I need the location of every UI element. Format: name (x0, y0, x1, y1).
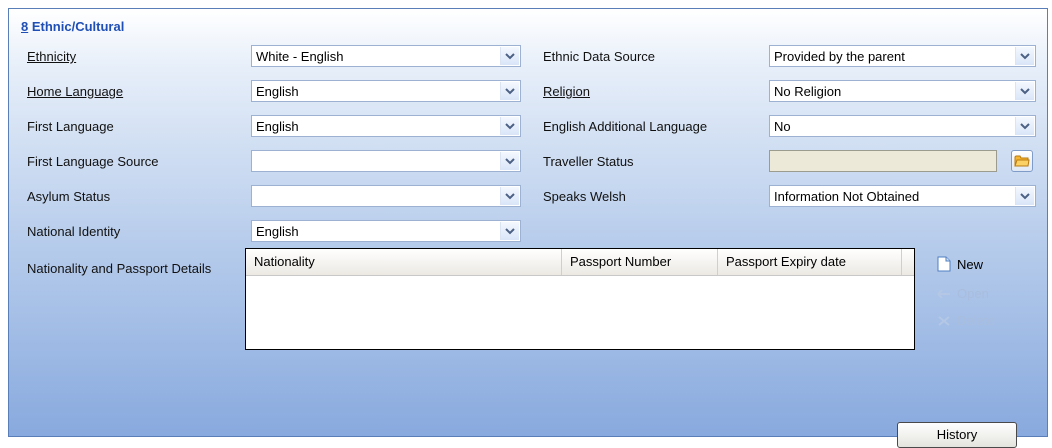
national-identity-label: National Identity (27, 224, 121, 239)
nationality-passport-label: Nationality and Passport Details (27, 261, 212, 276)
open-button[interactable]: Open (937, 286, 989, 301)
section-title-text: Ethnic/Cultural (31, 19, 125, 34)
english-additional-language-value: No (774, 119, 791, 134)
home-language-label[interactable]: Home Language (27, 84, 123, 99)
national-identity-dropdown-button[interactable] (500, 222, 519, 240)
ethnicity-value: White - English (256, 49, 344, 64)
asylum-status-dropdown-button[interactable] (500, 187, 519, 205)
chevron-down-icon (505, 157, 515, 164)
english-additional-language-select[interactable]: No (769, 115, 1036, 137)
ethnic-data-source-dropdown-button[interactable] (1015, 47, 1034, 65)
english-additional-language-dropdown-button[interactable] (1015, 117, 1034, 135)
asylum-status-label: Asylum Status (27, 189, 111, 204)
delete-button-label: Delete (957, 313, 995, 328)
religion-dropdown-button[interactable] (1015, 82, 1034, 100)
folder-icon (1014, 155, 1030, 167)
traveller-status-field (769, 150, 997, 172)
national-identity-select[interactable]: English (251, 220, 521, 242)
passport-grid-header: Nationality Passport Number Passport Exp… (246, 249, 914, 276)
section-title: 8 Ethnic/Cultural (21, 19, 124, 34)
ethnicity-label[interactable]: Ethnicity (27, 49, 76, 64)
ethnic-data-source-label: Ethnic Data Source (543, 49, 656, 64)
chevron-down-icon (1020, 192, 1030, 199)
chevron-down-icon (505, 227, 515, 234)
first-language-source-select[interactable] (251, 150, 521, 172)
first-language-select[interactable]: English (251, 115, 521, 137)
history-button[interactable]: History (897, 422, 1017, 448)
religion-value: No Religion (774, 84, 842, 99)
home-language-dropdown-button[interactable] (500, 82, 519, 100)
delete-icon (938, 315, 950, 326)
speaks-welsh-value: Information Not Obtained (774, 189, 920, 204)
chevron-down-icon (505, 192, 515, 199)
open-icon (937, 288, 950, 299)
chevron-down-icon (1020, 87, 1030, 94)
chevron-down-icon (1020, 52, 1030, 59)
new-button[interactable]: New (937, 256, 983, 272)
first-language-value: English (256, 119, 299, 134)
column-header-passport-number[interactable]: Passport Number (562, 249, 718, 275)
column-header-nationality[interactable]: Nationality (246, 249, 562, 275)
ethnic-data-source-select[interactable]: Provided by the parent (769, 45, 1036, 67)
national-identity-value: English (256, 224, 299, 239)
first-language-label: First Language (27, 119, 114, 134)
delete-button[interactable]: Delete (937, 313, 995, 328)
column-header-passport-expiry[interactable]: Passport Expiry date (718, 249, 902, 275)
ethnicity-dropdown-button[interactable] (500, 47, 519, 65)
ethnicity-select[interactable]: White - English (251, 45, 521, 67)
religion-select[interactable]: No Religion (769, 80, 1036, 102)
chevron-down-icon (1020, 122, 1030, 129)
open-button-label: Open (957, 286, 989, 301)
chevron-down-icon (505, 52, 515, 59)
chevron-down-icon (505, 87, 515, 94)
traveller-status-label: Traveller Status (543, 154, 634, 169)
speaks-welsh-select[interactable]: Information Not Obtained (769, 185, 1036, 207)
home-language-value: English (256, 84, 299, 99)
section-number[interactable]: 8 (21, 19, 28, 34)
english-additional-language-label: English Additional Language (543, 119, 708, 134)
new-document-icon (937, 256, 951, 272)
first-language-source-dropdown-button[interactable] (500, 152, 519, 170)
new-button-label: New (957, 256, 984, 272)
asylum-status-select[interactable] (251, 185, 521, 207)
first-language-dropdown-button[interactable] (500, 117, 519, 135)
first-language-source-label: First Language Source (27, 154, 159, 169)
speaks-welsh-label: Speaks Welsh (543, 189, 626, 204)
passport-grid[interactable]: Nationality Passport Number Passport Exp… (245, 248, 915, 350)
chevron-down-icon (505, 122, 515, 129)
speaks-welsh-dropdown-button[interactable] (1015, 187, 1034, 205)
religion-label[interactable]: Religion (543, 84, 590, 99)
ethnic-data-source-value: Provided by the parent (774, 49, 905, 64)
home-language-select[interactable]: English (251, 80, 521, 102)
ethnic-cultural-panel: 8 Ethnic/Cultural Ethnicity White - Engl… (8, 8, 1048, 437)
traveller-status-browse-button[interactable] (1011, 150, 1033, 172)
